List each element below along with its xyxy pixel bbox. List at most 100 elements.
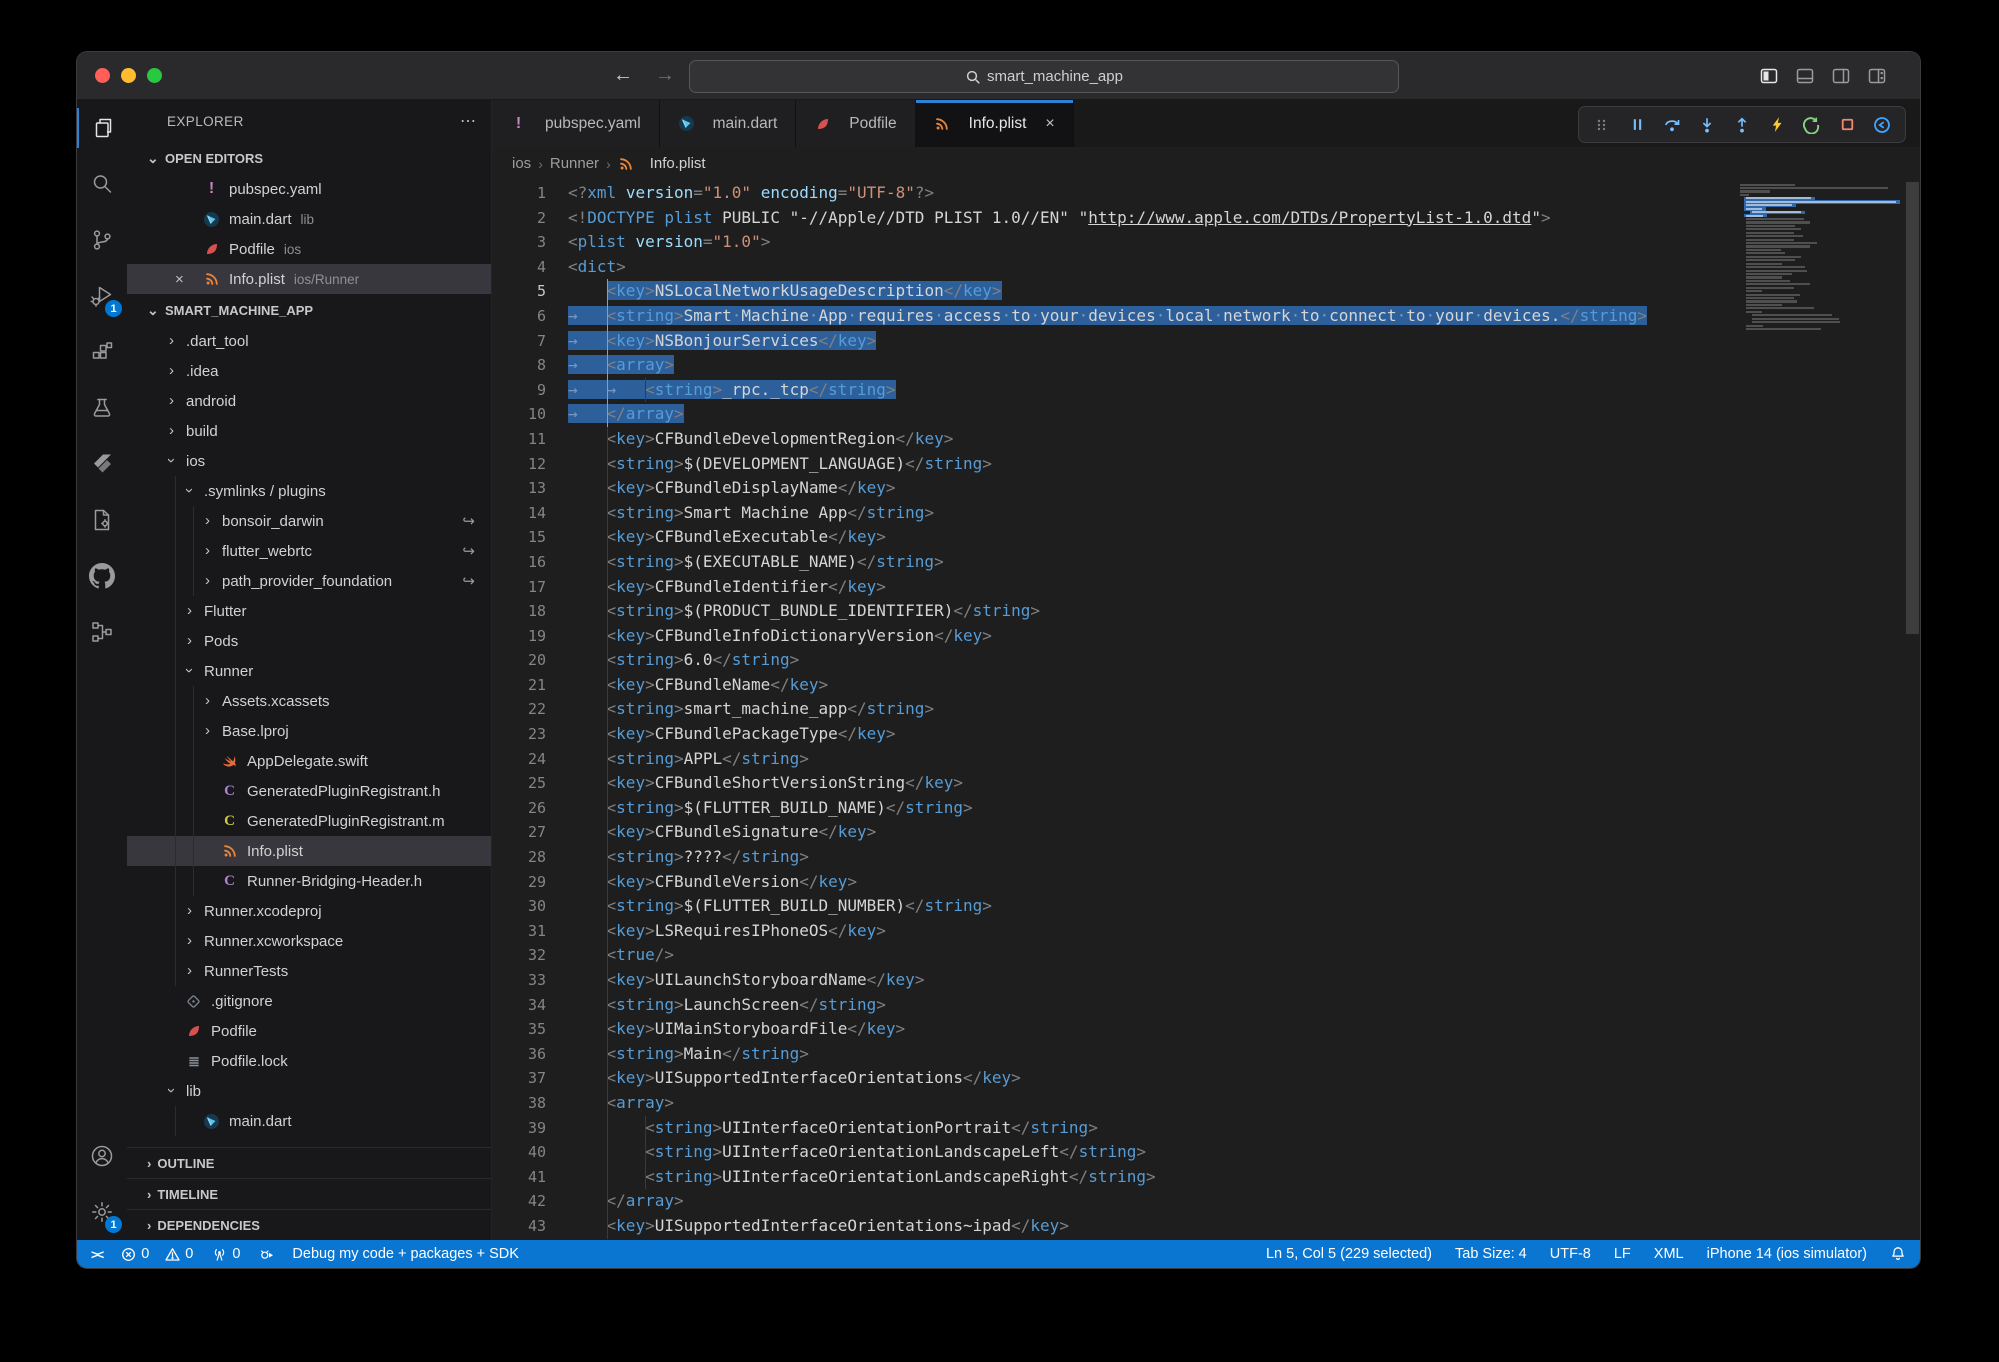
inspect-button[interactable]: [1867, 111, 1897, 139]
open-editor-Info.plist[interactable]: ×Info.plistios/Runner: [127, 264, 491, 294]
stop-button[interactable]: [1832, 111, 1862, 139]
tab-size[interactable]: Tab Size: 4: [1455, 1246, 1527, 1262]
tree-item-.symlinks-plugins[interactable]: ›.symlinks / plugins: [127, 476, 491, 506]
tree-item-Assets.xcassets[interactable]: ›Assets.xcassets: [127, 686, 491, 716]
tree-item-GeneratedPluginRegistrant.m[interactable]: CGeneratedPluginRegistrant.m: [127, 806, 491, 836]
tree-item-Flutter[interactable]: ›Flutter: [127, 596, 491, 626]
tree-item-bonsoir_darwin[interactable]: ›bonsoir_darwin↪: [127, 506, 491, 536]
activity-search[interactable]: [77, 156, 127, 212]
toggle-panel-icon[interactable]: [1794, 65, 1816, 87]
zoom-window-button[interactable]: [147, 68, 162, 83]
activity-project-manager[interactable]: [77, 492, 127, 548]
eol[interactable]: LF: [1614, 1246, 1631, 1262]
activity-source-control[interactable]: [77, 212, 127, 268]
minimize-window-button[interactable]: [121, 68, 136, 83]
code-line[interactable]: 3<plist version="1.0">: [492, 230, 1730, 255]
section-outline[interactable]: ›OUTLINE: [127, 1147, 491, 1178]
tab-main.dart[interactable]: main.dart: [660, 100, 797, 147]
code-line[interactable]: 32 <true/>: [492, 943, 1730, 968]
code-line[interactable]: 17 <key>CFBundleIdentifier</key>: [492, 575, 1730, 600]
encoding[interactable]: UTF-8: [1550, 1246, 1591, 1262]
tree-item-RunnerTests[interactable]: ›RunnerTests: [127, 956, 491, 986]
step-over-button[interactable]: [1657, 111, 1687, 139]
code-line[interactable]: 14 <string>Smart Machine App</string>: [492, 501, 1730, 526]
code-line[interactable]: 10→ </array>: [492, 402, 1730, 427]
activity-extensions[interactable]: [77, 324, 127, 380]
tree-item-android[interactable]: ›android: [127, 386, 491, 416]
code-line[interactable]: 19 <key>CFBundleInfoDictionaryVersion</k…: [492, 624, 1730, 649]
code-line[interactable]: 16 <string>$(EXECUTABLE_NAME)</string>: [492, 550, 1730, 575]
code-line[interactable]: 22 <string>smart_machine_app</string>: [492, 697, 1730, 722]
section-timeline[interactable]: ›TIMELINE: [127, 1178, 491, 1209]
code-line[interactable]: 18 <string>$(PRODUCT_BUNDLE_IDENTIFIER)<…: [492, 599, 1730, 624]
code-line[interactable]: 8→ <array>: [492, 353, 1730, 378]
language-mode[interactable]: XML: [1654, 1246, 1684, 1262]
section-dependencies[interactable]: ›DEPENDENCIES: [127, 1209, 491, 1240]
tree-item-Runner.xcodeproj[interactable]: ›Runner.xcodeproj: [127, 896, 491, 926]
code-line[interactable]: 26 <string>$(FLUTTER_BUILD_NAME)</string…: [492, 796, 1730, 821]
tree-item-build[interactable]: ›build: [127, 416, 491, 446]
code-line[interactable]: 31 <key>LSRequiresIPhoneOS</key>: [492, 919, 1730, 944]
close-tab-icon[interactable]: ×: [1045, 115, 1054, 133]
code-line[interactable]: 42 </array>: [492, 1189, 1730, 1214]
code-line[interactable]: 20 <string>6.0</string>: [492, 648, 1730, 673]
breadcrumb-Runner[interactable]: Runner: [550, 155, 599, 172]
tree-item-ios[interactable]: ›ios: [127, 446, 491, 476]
code-line[interactable]: 23 <key>CFBundlePackageType</key>: [492, 722, 1730, 747]
tree-item-.idea[interactable]: ›.idea: [127, 356, 491, 386]
code-line[interactable]: 29 <key>CFBundleVersion</key>: [492, 870, 1730, 895]
activity-settings[interactable]: 1: [77, 1184, 127, 1240]
tree-item-Base.lproj[interactable]: ›Base.lproj: [127, 716, 491, 746]
tree-item-main.dart[interactable]: main.dart: [127, 1106, 491, 1136]
notifications-bell[interactable]: [1890, 1246, 1906, 1262]
tree-item-.gitignore[interactable]: .gitignore: [127, 986, 491, 1016]
code-line[interactable]: 24 <string>APPL</string>: [492, 747, 1730, 772]
tree-item-lib[interactable]: ›lib: [127, 1076, 491, 1106]
restart-button[interactable]: [1797, 111, 1827, 139]
problems[interactable]: 00: [121, 1246, 193, 1262]
back-arrow-icon[interactable]: ←: [613, 64, 633, 87]
activity-accounts[interactable]: [77, 1128, 127, 1184]
breadcrumb-Info.plist[interactable]: Info.plist: [618, 155, 706, 172]
tree-item-Podfile[interactable]: Podfile: [127, 1016, 491, 1046]
explorer-actions-button[interactable]: ⋯: [460, 111, 477, 131]
device-selector[interactable]: iPhone 14 (ios simulator): [1707, 1246, 1867, 1262]
grip-button[interactable]: [1587, 111, 1617, 139]
code-line[interactable]: 35 <key>UIMainStoryboardFile</key>: [492, 1017, 1730, 1042]
command-center-search[interactable]: smart_machine_app: [689, 60, 1399, 93]
pause-button[interactable]: [1622, 111, 1652, 139]
code-editor[interactable]: 1<?xml version="1.0" encoding="UTF-8"?>2…: [492, 180, 1920, 1240]
toggle-primary-sidebar-icon[interactable]: [1758, 65, 1780, 87]
code-line[interactable]: 36 <string>Main</string>: [492, 1042, 1730, 1067]
code-line[interactable]: 30 <string>$(FLUTTER_BUILD_NUMBER)</stri…: [492, 894, 1730, 919]
tree-item-GeneratedPluginRegistrant.h[interactable]: CGeneratedPluginRegistrant.h: [127, 776, 491, 806]
code-line[interactable]: 7→ <key>NSBonjourServices</key>: [492, 329, 1730, 354]
code-line[interactable]: 41 <string>UIInterfaceOrientationLandsca…: [492, 1165, 1730, 1190]
code-line[interactable]: 25 <key>CFBundleShortVersionString</key>: [492, 771, 1730, 796]
forward-arrow-icon[interactable]: →: [655, 64, 675, 87]
ports[interactable]: 0: [212, 1246, 240, 1262]
code-line[interactable]: 11 <key>CFBundleDevelopmentRegion</key>: [492, 427, 1730, 452]
tree-item-Runner-Bridging-Header.h[interactable]: CRunner-Bridging-Header.h: [127, 866, 491, 896]
tree-item-AppDelegate.swift[interactable]: AppDelegate.swift: [127, 746, 491, 776]
tree-item-Podfile.lock[interactable]: ≣Podfile.lock: [127, 1046, 491, 1076]
open-editor-Podfile[interactable]: Podfileios: [127, 234, 491, 264]
close-window-button[interactable]: [95, 68, 110, 83]
hot-reload-button[interactable]: [1762, 111, 1792, 139]
tree-item-path_provider_foundation[interactable]: ›path_provider_foundation↪: [127, 566, 491, 596]
tab-Info.plist[interactable]: Info.plist×: [916, 100, 1074, 147]
tree-item-Pods[interactable]: ›Pods: [127, 626, 491, 656]
customize-layout-icon[interactable]: [1866, 65, 1888, 87]
breadcrumb-ios[interactable]: ios: [512, 155, 531, 172]
code-line[interactable]: 2<!DOCTYPE plist PUBLIC "-//Apple//DTD P…: [492, 206, 1730, 231]
cursor-position[interactable]: Ln 5, Col 5 (229 selected): [1266, 1246, 1432, 1262]
code-line[interactable]: 1<?xml version="1.0" encoding="UTF-8"?>: [492, 181, 1730, 206]
code-line[interactable]: 4<dict>: [492, 255, 1730, 280]
toggle-secondary-sidebar-icon[interactable]: [1830, 65, 1852, 87]
code-line[interactable]: 5 <key>NSLocalNetworkUsageDescription</k…: [492, 279, 1730, 304]
code-line[interactable]: 15 <key>CFBundleExecutable</key>: [492, 525, 1730, 550]
activity-github[interactable]: [77, 548, 127, 604]
tree-item-.dart_tool[interactable]: ›.dart_tool: [127, 326, 491, 356]
activity-references[interactable]: [77, 604, 127, 660]
step-out-button[interactable]: [1727, 111, 1757, 139]
